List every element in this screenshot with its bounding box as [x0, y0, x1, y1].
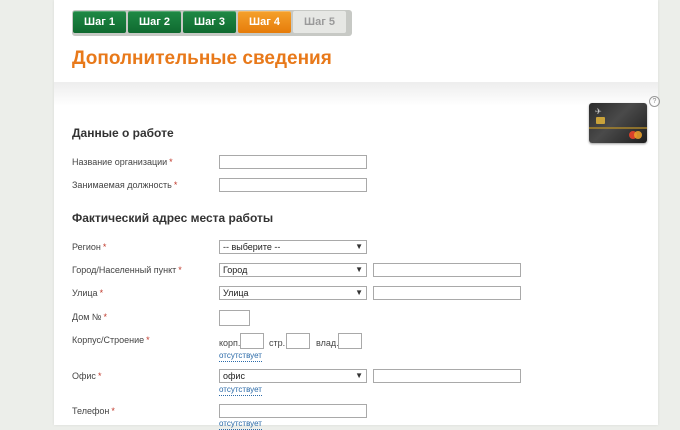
street-type-value: Улица — [223, 288, 249, 298]
position-label-text: Занимаемая должность — [72, 180, 172, 190]
street-label: Улица * — [72, 288, 103, 298]
korp-input[interactable] — [240, 333, 264, 349]
required-mark: * — [99, 288, 104, 298]
region-select[interactable]: -- выберите -- ▼ — [219, 240, 367, 254]
section-title-address: Фактический адрес места работы — [72, 211, 274, 225]
step-5: Шаг 5 — [293, 11, 346, 33]
city-type-value: Город — [223, 265, 248, 275]
chevron-down-icon: ▼ — [355, 242, 363, 251]
office-label-text: Офис — [72, 371, 96, 381]
region-select-value: -- выберите -- — [223, 242, 281, 252]
str-input[interactable] — [286, 333, 310, 349]
credit-card-image: ✈ — [589, 103, 647, 143]
required-mark: * — [111, 406, 115, 416]
street-input[interactable] — [373, 286, 521, 300]
vlad-input[interactable] — [338, 333, 362, 349]
plane-icon: ✈ — [595, 107, 602, 116]
form-sheet: Шаг 1 Шаг 2 Шаг 3 Шаг 4 Шаг 5 Дополнител… — [54, 0, 660, 430]
section-title-work: Данные о работе — [72, 126, 174, 140]
required-mark: * — [173, 180, 178, 190]
str-label: стр. — [269, 338, 286, 348]
street-type-select[interactable]: Улица ▼ — [219, 286, 367, 300]
city-label-text: Город/Населенный пункт — [72, 265, 177, 275]
phone-label: Телефон * — [72, 406, 115, 416]
city-type-select[interactable]: Город ▼ — [219, 263, 367, 277]
building-absent-link[interactable]: отсутствует — [219, 351, 262, 362]
position-input[interactable] — [219, 178, 367, 192]
step-3[interactable]: Шаг 3 — [183, 11, 236, 33]
chevron-down-icon: ▼ — [355, 288, 363, 297]
office-type-select[interactable]: офис ▼ — [219, 369, 367, 383]
chevron-down-icon: ▼ — [355, 371, 363, 380]
city-input[interactable] — [373, 263, 521, 277]
region-label-text: Регион — [72, 242, 101, 252]
required-mark: * — [146, 335, 150, 345]
korp-label: корп. — [219, 338, 241, 348]
required-mark: * — [103, 312, 108, 322]
mastercard-logo-icon-2 — [634, 131, 642, 139]
chevron-down-icon: ▼ — [355, 265, 363, 274]
step-1[interactable]: Шаг 1 — [73, 11, 126, 33]
house-input[interactable] — [219, 310, 250, 326]
step-4[interactable]: Шаг 4 — [238, 11, 291, 33]
step-progress: Шаг 1 Шаг 2 Шаг 3 Шаг 4 Шаг 5 — [72, 10, 352, 36]
house-label-text: Дом № — [72, 312, 102, 322]
position-label: Занимаемая должность * — [72, 180, 177, 190]
office-label: Офис * — [72, 371, 101, 381]
page-title: Дополнительные сведения — [72, 48, 332, 69]
required-mark: * — [178, 265, 182, 275]
step-2[interactable]: Шаг 2 — [128, 11, 181, 33]
required-mark: * — [97, 371, 102, 381]
org-name-input[interactable] — [219, 155, 367, 169]
card-stripe — [589, 127, 647, 129]
office-absent-link[interactable]: отсутствует — [219, 385, 262, 396]
org-name-label-text: Название организации — [72, 157, 168, 167]
building-label-text: Корпус/Строение — [72, 335, 145, 345]
card-chip-icon — [596, 117, 605, 124]
required-mark: * — [102, 242, 107, 252]
vlad-label: влад. — [316, 338, 339, 348]
office-input[interactable] — [373, 369, 521, 383]
help-icon[interactable]: ? — [649, 96, 660, 107]
phone-label-text: Телефон — [72, 406, 110, 416]
house-label: Дом № * — [72, 312, 107, 322]
office-type-value: офис — [223, 371, 245, 381]
required-mark: * — [169, 157, 173, 167]
building-label: Корпус/Строение * — [72, 335, 150, 345]
org-name-label: Название организации * — [72, 157, 173, 167]
phone-input[interactable] — [219, 404, 367, 418]
city-label: Город/Населенный пункт * — [72, 265, 182, 275]
header-shadow-band — [54, 82, 658, 106]
region-label: Регион * — [72, 242, 106, 252]
street-label-text: Улица — [72, 288, 98, 298]
